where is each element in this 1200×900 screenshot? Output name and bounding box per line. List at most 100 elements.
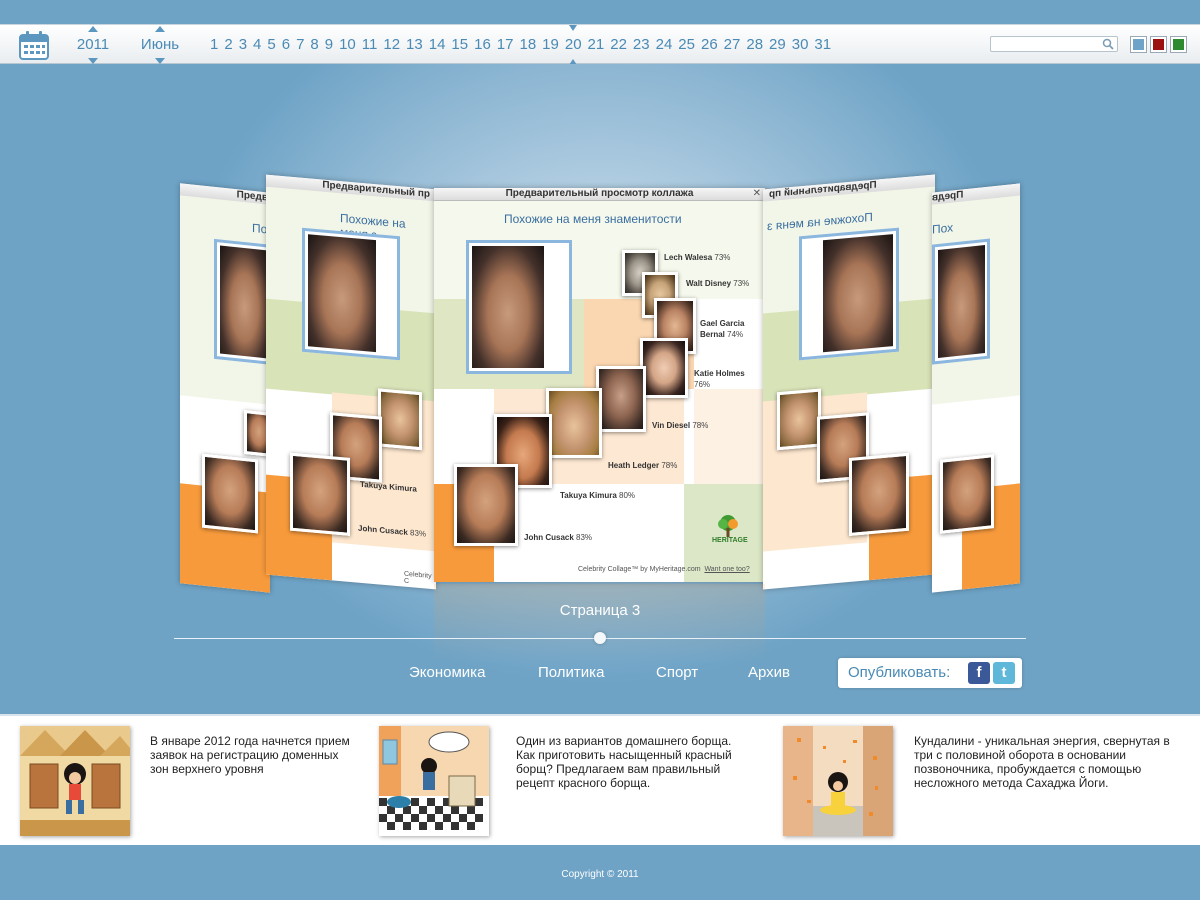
collage-page-1[interactable]: Предв Пох bbox=[180, 183, 270, 593]
day-24[interactable]: 24 bbox=[656, 25, 673, 65]
day-label: 8 bbox=[310, 36, 319, 53]
year-spinner[interactable]: 2011 bbox=[74, 25, 112, 65]
day-label: 22 bbox=[610, 36, 627, 53]
day-label: 23 bbox=[632, 36, 650, 53]
celebrity-label: Vin Diesel 78% bbox=[652, 421, 709, 430]
day-label: 6 bbox=[281, 36, 291, 53]
kitchen-illustration-icon bbox=[379, 726, 489, 836]
user-photo bbox=[214, 238, 270, 366]
month-up-icon[interactable] bbox=[155, 26, 165, 32]
day-27[interactable]: 27 bbox=[724, 25, 741, 65]
day-12[interactable]: 12 bbox=[383, 25, 400, 65]
day-18[interactable]: 18 bbox=[519, 25, 536, 65]
day-label: 4 bbox=[253, 36, 262, 53]
yoga-illustration-icon bbox=[783, 726, 893, 836]
day-6[interactable]: 6 bbox=[282, 25, 290, 65]
news-text-3[interactable]: Кундалини - уникальная энергия, свернута… bbox=[914, 734, 1174, 790]
heritage-tree-icon bbox=[718, 515, 738, 537]
day-label: 5 bbox=[267, 36, 276, 53]
celebrity-label: John Cusack 83% bbox=[524, 533, 593, 542]
close-icon[interactable]: ✕ bbox=[753, 188, 761, 200]
twitter-icon[interactable]: t bbox=[993, 662, 1015, 684]
month-spinner[interactable]: Июнь bbox=[138, 25, 182, 65]
day-25[interactable]: 25 bbox=[678, 25, 695, 65]
news-text-1[interactable]: В январе 2012 года начнется прием заявок… bbox=[150, 734, 350, 776]
user-photo bbox=[932, 238, 990, 365]
user-photo bbox=[466, 240, 572, 374]
day-11[interactable]: 11 bbox=[362, 25, 378, 65]
celebrity-photo bbox=[546, 388, 602, 458]
calendar-icon[interactable] bbox=[18, 29, 50, 61]
carousel-slider-handle[interactable] bbox=[594, 632, 606, 644]
year-up-icon[interactable] bbox=[88, 26, 98, 32]
day-4[interactable]: 4 bbox=[253, 25, 261, 65]
celebrity-photo bbox=[202, 453, 258, 534]
nav-politics[interactable]: Политика bbox=[538, 664, 604, 681]
day-label: 12 bbox=[383, 36, 401, 53]
news-thumbnail-3[interactable] bbox=[783, 726, 893, 836]
facebook-icon[interactable]: f bbox=[968, 662, 990, 684]
day-15[interactable]: 15 bbox=[451, 25, 468, 65]
day-2[interactable]: 2 bbox=[224, 25, 232, 65]
nav-archive[interactable]: Архив bbox=[748, 664, 790, 681]
collage-window-title: Предварительный просмотр коллажа bbox=[434, 188, 765, 201]
day-label: 19 bbox=[542, 36, 559, 53]
day-30[interactable]: 30 bbox=[792, 25, 809, 65]
publish-label: Опубликовать: bbox=[848, 664, 951, 681]
search-field[interactable] bbox=[990, 36, 1118, 55]
nav-sport[interactable]: Спорт bbox=[656, 664, 698, 681]
day-14[interactable]: 14 bbox=[429, 25, 446, 65]
day-19[interactable]: 19 bbox=[542, 25, 559, 65]
news-text-2[interactable]: Один из вариантов домашнего борща. Как п… bbox=[516, 734, 746, 790]
day-31[interactable]: 31 bbox=[814, 25, 831, 65]
collage-carousel: Предв Пох Предварительный пр Похожие на … bbox=[0, 64, 1200, 714]
news-thumbnail-2[interactable] bbox=[379, 726, 489, 836]
celebrity-photo bbox=[777, 388, 821, 451]
day-label: 30 bbox=[791, 36, 809, 53]
day-22[interactable]: 22 bbox=[610, 25, 627, 65]
user-photo bbox=[799, 227, 899, 361]
nav-economy[interactable]: Экономика bbox=[409, 664, 485, 681]
card-heading: Пох bbox=[932, 220, 954, 237]
collage-page-2[interactable]: Предварительный пр Похожие на меня з Tak… bbox=[266, 174, 436, 590]
day-label: 29 bbox=[769, 36, 786, 53]
page-label: Страница 3 bbox=[559, 602, 641, 619]
day-3[interactable]: 3 bbox=[239, 25, 247, 65]
day-label: 7 bbox=[296, 36, 305, 53]
day-1[interactable]: 1 bbox=[210, 25, 218, 65]
news-thumbnail-1[interactable] bbox=[20, 726, 130, 836]
day-label: 9 bbox=[324, 36, 334, 53]
collage-page-3[interactable]: Предварительный просмотр коллажа ✕ Похож… bbox=[434, 188, 765, 582]
day-17[interactable]: 17 bbox=[497, 25, 514, 65]
theme-green-button[interactable] bbox=[1170, 36, 1187, 53]
day-7[interactable]: 7 bbox=[296, 25, 304, 65]
day-8[interactable]: 8 bbox=[310, 25, 318, 65]
day-5[interactable]: 5 bbox=[267, 25, 275, 65]
day-23[interactable]: 23 bbox=[633, 25, 650, 65]
search-icon[interactable] bbox=[1102, 38, 1114, 50]
want-one-link[interactable]: Want one too? bbox=[704, 566, 749, 573]
day-9[interactable]: 9 bbox=[325, 25, 333, 65]
day-label: 24 bbox=[655, 36, 673, 53]
day-13[interactable]: 13 bbox=[406, 25, 423, 65]
day-26[interactable]: 26 bbox=[701, 25, 718, 65]
day-label: 27 bbox=[723, 36, 741, 53]
day-10[interactable]: 10 bbox=[339, 25, 356, 65]
day-label: 13 bbox=[406, 36, 423, 53]
egypt-illustration-icon bbox=[20, 726, 130, 836]
celebrity-photo bbox=[940, 454, 994, 534]
collage-page-4[interactable]: Предварительный пр Похожие на меня з bbox=[763, 174, 935, 590]
theme-red-button[interactable] bbox=[1150, 36, 1167, 53]
day-label: 26 bbox=[700, 36, 718, 53]
collage-page-5[interactable]: Предв Пох bbox=[932, 183, 1020, 593]
celebrity-label: Katie Holmes 76% bbox=[694, 369, 745, 389]
day-list: 1 2 3 4 5 6 7 8 9 10 11 12 13 14 15 16 17 18 19 20 21 22 23 24 2… bbox=[210, 25, 837, 65]
celebrity-photo bbox=[378, 388, 422, 451]
day-28[interactable]: 28 bbox=[746, 25, 763, 65]
day-16[interactable]: 16 bbox=[474, 25, 491, 65]
theme-blue-button[interactable] bbox=[1130, 36, 1147, 53]
day-20[interactable]: 20 bbox=[565, 25, 582, 65]
day-21[interactable]: 21 bbox=[588, 25, 605, 65]
day-29[interactable]: 29 bbox=[769, 25, 786, 65]
search-input[interactable] bbox=[993, 40, 1101, 55]
